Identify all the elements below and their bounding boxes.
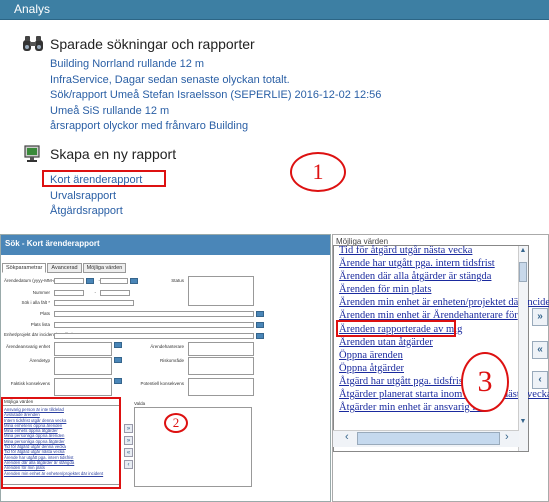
lookup-icon[interactable]	[256, 333, 264, 339]
status-listbox[interactable]	[188, 276, 254, 306]
analys-panel: Analys Sparade sökningar och rapporter B…	[0, 0, 549, 232]
monitor-icon	[24, 145, 40, 162]
form-title: Sök - Kort ärenderapport	[5, 239, 100, 248]
binoculars-icon	[23, 36, 43, 51]
add-all-button[interactable]: »	[124, 436, 133, 445]
faktisk-listbox[interactable]	[54, 378, 112, 396]
lookup-icon[interactable]	[256, 311, 264, 317]
potentiell-listbox[interactable]	[188, 378, 254, 396]
label-arendedatum: Ärendedatum (yyyy-MM-dd)	[4, 278, 60, 283]
highlight-box	[1, 397, 121, 489]
saved-report-list: Building Norrland rullande 12 m InfraSer…	[50, 57, 381, 135]
scroll-left-icon[interactable]: ‹	[345, 431, 349, 443]
label-riskomrade: Riskområde	[159, 358, 184, 363]
form-title-bar: Sök - Kort ärenderapport	[1, 235, 330, 255]
saved-report-link[interactable]: InfraService, Dagar sedan senaste olycka…	[50, 73, 381, 89]
label-arendehanterare: Ärendehanterare	[150, 344, 184, 349]
label-faktisk: Faktisk konsekvens	[10, 381, 50, 386]
saved-report-link[interactable]: Sök/rapport Umeå Stefan Israelsson (SEPE…	[50, 88, 381, 104]
add-selected-button[interactable]: »	[124, 424, 133, 433]
saved-heading: Sparade sökningar och rapporter	[50, 36, 255, 52]
vertical-scroll-thumb[interactable]	[519, 262, 527, 282]
remove-all-button[interactable]: ‹	[124, 460, 133, 469]
annotation-circle: 3	[461, 352, 509, 412]
plats-lista-input[interactable]	[54, 322, 254, 328]
nummer-separator: -	[94, 290, 97, 295]
title-bar: Analys	[0, 0, 549, 20]
enhet-projekt-input[interactable]	[54, 333, 254, 339]
label-plats-lista: Plats lista	[30, 322, 50, 327]
label-arendeansvarig: Ärendeansvarig enhet	[5, 344, 50, 349]
label-status: Status	[171, 278, 184, 283]
label-nummer: Nummer	[32, 290, 50, 295]
saved-report-link[interactable]: Umeå SiS rullande 12 m	[50, 104, 381, 120]
scroll-right-icon[interactable]: ›	[505, 431, 509, 443]
label-potentiell: Potentiell konsekvens	[140, 381, 184, 386]
highlight-box	[42, 170, 166, 187]
nummer-from-input[interactable]	[54, 290, 84, 296]
scroll-up-icon[interactable]: ▲	[518, 247, 528, 259]
calendar-icon[interactable]	[86, 278, 94, 284]
tab-avancerad[interactable]: Avancerad	[47, 263, 82, 273]
tab-mojliga-varden[interactable]: Möjliga värden	[82, 263, 127, 273]
annotation-circle: 2	[164, 413, 188, 433]
saved-report-link[interactable]: Building Norrland rullande 12 m	[50, 57, 381, 73]
remove-selected-button[interactable]: «	[532, 341, 548, 359]
plats-input[interactable]	[54, 311, 254, 317]
saved-report-link[interactable]: årsrapport olyckor med frånvaro Building	[50, 119, 381, 135]
label-arendetyp: Ärendetyp	[29, 358, 50, 363]
window-title: Analys	[14, 2, 51, 16]
label-sok-falt: Sök i alla fält *	[21, 300, 50, 305]
new-report-heading: Skapa en ny rapport	[50, 146, 177, 162]
remove-selected-button[interactable]: «	[124, 448, 133, 457]
lookup-icon[interactable]	[256, 322, 264, 328]
arendetyp-listbox[interactable]	[54, 357, 112, 375]
riskomrade-listbox[interactable]	[188, 357, 254, 375]
date-to-input[interactable]	[100, 278, 128, 284]
lookup-icon[interactable]	[114, 357, 122, 363]
horizontal-scroll-thumb[interactable]	[357, 432, 500, 445]
lookup-icon[interactable]	[114, 342, 122, 348]
atgardsrapport-link[interactable]: Åtgärdsrapport	[50, 204, 142, 220]
label-valda: Valda	[134, 401, 146, 406]
annotation-circle: 1	[290, 152, 346, 192]
sok-falt-input[interactable]	[54, 300, 134, 306]
label-plats: Plats	[39, 311, 50, 316]
arendehanterare-listbox[interactable]	[188, 342, 254, 356]
valda-list[interactable]	[134, 407, 252, 487]
label-enhet-projekt: Enhet/projekt där incident inträffade	[4, 332, 75, 337]
calendar-icon[interactable]	[130, 278, 138, 284]
arendeansvarig-listbox[interactable]	[54, 342, 112, 356]
form-tabs: Sökparametrar Avancerad Möjliga värden	[2, 263, 127, 273]
nummer-to-input[interactable]	[100, 290, 130, 296]
add-selected-button[interactable]: »	[532, 308, 548, 326]
scroll-down-icon[interactable]: ▼	[518, 418, 528, 430]
date-from-input[interactable]	[54, 278, 84, 284]
saved-section-header: Sparade sökningar och rapporter	[22, 35, 255, 53]
highlight-box	[336, 320, 456, 337]
lookup-icon[interactable]	[114, 378, 122, 384]
remove-all-button[interactable]: ‹	[532, 371, 548, 389]
new-report-section-header: Skapa en ny rapport	[22, 145, 176, 163]
tab-sokparametrar[interactable]: Sökparametrar	[2, 263, 47, 273]
urvalsrapport-link[interactable]: Urvalsrapport	[50, 189, 142, 205]
